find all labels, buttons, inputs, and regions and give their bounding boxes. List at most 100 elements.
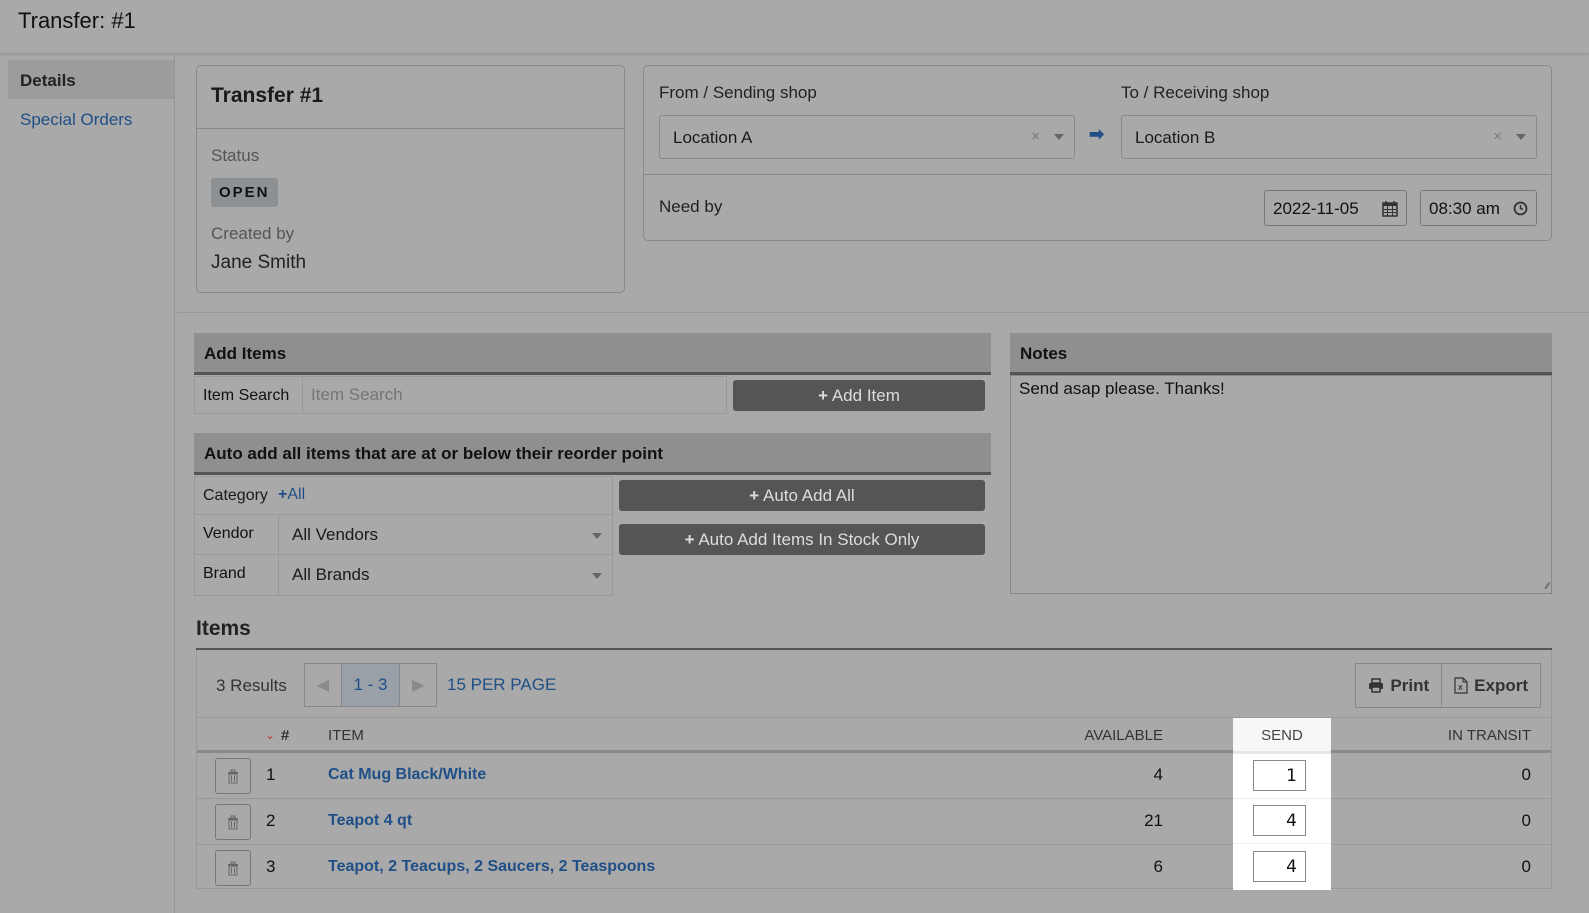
svg-text:X: X	[1458, 685, 1463, 692]
row-num: 1	[266, 765, 276, 784]
print-label: Print	[1390, 675, 1430, 695]
caret-right-icon: ▶	[411, 677, 425, 694]
send-column: SEND	[1233, 718, 1331, 890]
created-by-value: Jane Smith	[211, 252, 307, 273]
section-divider	[177, 312, 1589, 313]
sidebar-item-special-orders[interactable]: Special Orders	[8, 99, 174, 138]
auto-add-header: Auto add all items that are at or below …	[194, 433, 991, 475]
printer-icon	[1369, 678, 1384, 693]
to-shop-label: To / Receiving shop	[1121, 83, 1270, 102]
category-label: Category	[203, 487, 268, 504]
caret-left-icon: ◀	[316, 677, 330, 694]
need-by-date-input[interactable]: 2022-11-05	[1264, 190, 1407, 226]
table-header: ⌄ # ITEM AVAILABLE IN TRANSIT	[197, 717, 1551, 753]
item-link[interactable]: Cat Mug Black/White	[328, 766, 486, 784]
send-quantity-input[interactable]	[1253, 760, 1306, 791]
from-shop-value: Location A	[673, 128, 753, 147]
resize-handle-icon[interactable]: ⁄⁄	[1546, 581, 1549, 591]
notes-text: Send asap please. Thanks!	[1019, 379, 1225, 398]
clock-icon[interactable]	[1513, 201, 1528, 216]
category-row: Category +All	[194, 476, 613, 515]
chevron-down-icon[interactable]	[1054, 134, 1064, 140]
column-header-item[interactable]: ITEM	[328, 727, 364, 744]
vendor-value: All Vendors	[292, 525, 378, 544]
item-link[interactable]: Teapot 4 qt	[328, 812, 412, 830]
row-available: 6	[1153, 857, 1163, 876]
category-all-link[interactable]: +All	[278, 486, 305, 504]
send-quantity-input[interactable]	[1253, 851, 1306, 882]
table-row: 2 Teapot 4 qt 21 0	[197, 799, 1551, 845]
page-range[interactable]: 1 - 3	[340, 664, 401, 706]
export-label: Export	[1474, 675, 1528, 695]
item-search-row: Item Search	[194, 376, 727, 414]
add-item-button[interactable]: + Add Item	[733, 380, 985, 411]
send-quantity-input[interactable]	[1253, 805, 1306, 836]
auto-add-in-stock-button[interactable]: + Auto Add Items In Stock Only	[619, 524, 985, 555]
plus-icon: +	[684, 530, 695, 549]
delete-row-button[interactable]	[215, 758, 251, 794]
item-search-input[interactable]	[303, 377, 726, 413]
sort-desc-icon[interactable]: ⌄	[265, 728, 275, 742]
plus-icon: +	[818, 386, 829, 405]
trash-icon	[228, 815, 238, 829]
brand-row: Brand All Brands	[194, 554, 613, 596]
prev-page-button[interactable]: ◀	[305, 664, 341, 706]
row-separator	[1233, 798, 1331, 799]
item-link[interactable]: Teapot, 2 Teacups, 2 Saucers, 2 Teaspoon…	[328, 858, 655, 876]
column-header-num[interactable]: #	[281, 727, 289, 744]
need-by-time-value: 08:30 am	[1429, 199, 1500, 218]
chevron-down-icon[interactable]	[1516, 134, 1526, 140]
brand-select[interactable]: All Brands	[279, 555, 612, 595]
notes-textarea[interactable]: Send asap please. Thanks! ⁄⁄	[1010, 375, 1552, 594]
plus-icon: +	[749, 486, 760, 505]
sidebar-item-details[interactable]: Details	[8, 60, 174, 99]
row-in-transit: 0	[1521, 765, 1531, 784]
row-in-transit: 0	[1521, 811, 1531, 830]
row-available: 21	[1144, 811, 1163, 830]
need-by-label: Need by	[659, 197, 723, 216]
vendor-label: Vendor	[195, 515, 279, 554]
clear-icon[interactable]: ×	[1031, 128, 1040, 145]
status-label: Status	[211, 146, 260, 165]
row-separator	[1233, 843, 1331, 844]
per-page-link[interactable]: 15 PER PAGE	[447, 675, 556, 695]
created-by-label: Created by	[211, 224, 295, 243]
export-button[interactable]: X Export	[1441, 664, 1540, 707]
print-button[interactable]: Print	[1356, 664, 1441, 707]
column-header-send[interactable]: SEND	[1233, 718, 1331, 754]
trash-icon	[228, 769, 238, 783]
chevron-down-icon	[592, 533, 602, 539]
from-shop-label: From / Sending shop	[659, 83, 817, 102]
delete-row-button[interactable]	[215, 850, 251, 886]
clear-icon[interactable]: ×	[1493, 128, 1502, 145]
column-header-available[interactable]: AVAILABLE	[1084, 727, 1163, 744]
calendar-icon[interactable]	[1382, 200, 1398, 217]
plus-icon: +	[278, 486, 288, 503]
vendor-select[interactable]: All Vendors	[279, 515, 612, 554]
add-items-header: Add Items	[194, 333, 991, 375]
column-header-in-transit[interactable]: IN TRANSIT	[1448, 727, 1531, 744]
delete-row-button[interactable]	[215, 804, 251, 840]
to-shop-select[interactable]: Location B ×	[1121, 115, 1537, 159]
transfer-summary-card: Transfer #1 Status OPEN Created by Jane …	[196, 65, 625, 293]
vendor-row: Vendor All Vendors	[194, 514, 613, 555]
row-num: 2	[266, 811, 276, 830]
next-page-button[interactable]: ▶	[400, 664, 436, 706]
table-row: 3 Teapot, 2 Teacups, 2 Saucers, 2 Teaspo…	[197, 845, 1551, 891]
divider	[644, 174, 1551, 175]
item-search-label: Item Search	[195, 377, 303, 413]
from-shop-select[interactable]: Location A ×	[659, 115, 1075, 159]
auto-add-all-button[interactable]: + Auto Add All	[619, 480, 985, 511]
auto-add-all-label: Auto Add All	[763, 486, 855, 505]
chevron-down-icon	[592, 573, 602, 579]
auto-add-in-stock-label: Auto Add Items In Stock Only	[698, 530, 920, 549]
need-by-date-value: 2022-11-05	[1273, 199, 1359, 218]
page-title: Transfer: #1	[18, 8, 136, 33]
brand-label: Brand	[195, 555, 279, 595]
notes-header: Notes	[1010, 333, 1552, 375]
brand-value: All Brands	[292, 565, 370, 584]
need-by-time-input[interactable]: 08:30 am	[1420, 190, 1537, 226]
add-item-label: Add Item	[831, 386, 900, 405]
excel-file-icon: X	[1454, 677, 1468, 694]
row-available: 4	[1153, 765, 1163, 784]
